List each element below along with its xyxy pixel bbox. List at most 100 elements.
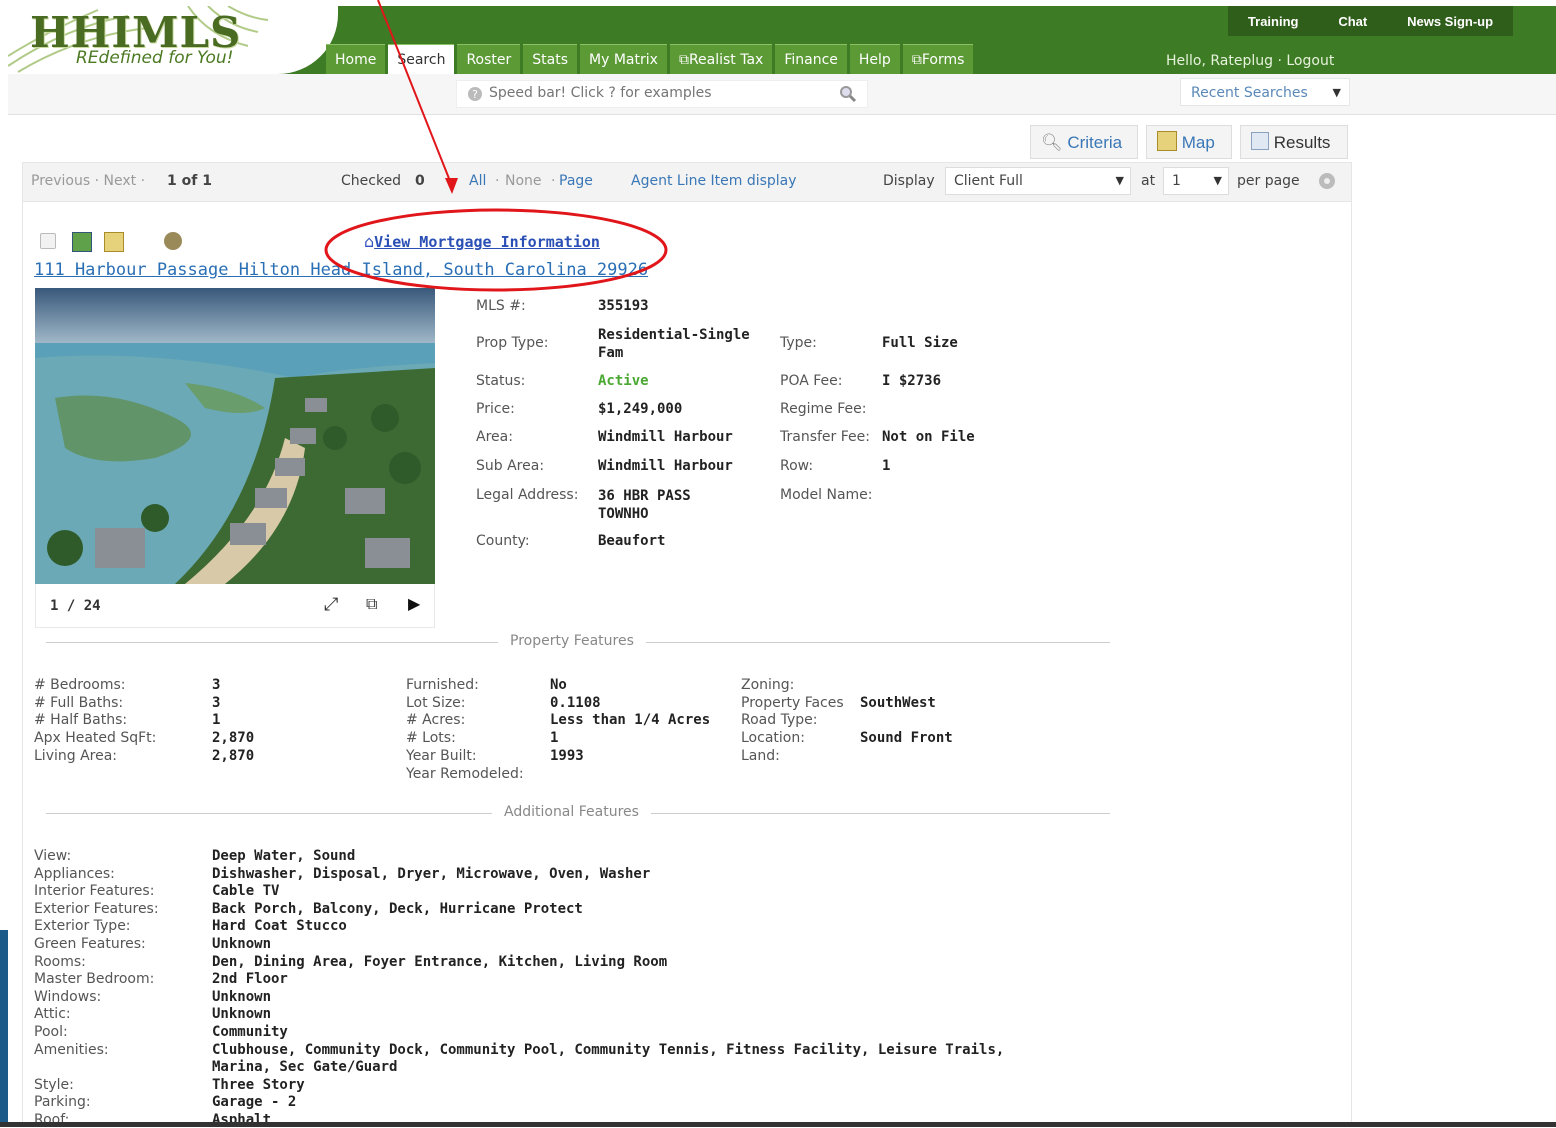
detail-label: Transfer Fee: xyxy=(780,429,870,445)
additional-feature-label: Attic: xyxy=(34,1006,71,1023)
nav-tab-stats[interactable]: Stats xyxy=(523,44,578,75)
location-value: Sound Front xyxy=(860,730,953,746)
nav-tab-label: Realist Tax xyxy=(688,52,764,68)
additional-feature-value: Cable TV xyxy=(212,883,280,900)
listing-photo[interactable] xyxy=(35,288,435,584)
bottom-edge xyxy=(0,1122,1556,1127)
display-select[interactable]: Client Full ▼ xyxy=(945,167,1131,195)
listing-checkbox[interactable] xyxy=(40,233,56,249)
chevron-down-icon: ▼ xyxy=(1115,174,1124,187)
page-size-value: 1 xyxy=(1172,173,1181,189)
nav-tab-finance[interactable]: Finance xyxy=(775,44,847,75)
additional-feature-value: Unknown xyxy=(212,1006,272,1023)
additional-features-title: Additional Features xyxy=(492,804,651,820)
feature-label: # Lots: xyxy=(406,730,456,746)
select-none-link[interactable]: None xyxy=(505,173,542,189)
result-count: 1 of 1 xyxy=(167,173,212,189)
page-size-select[interactable]: 1 ▼ xyxy=(1163,167,1229,195)
mortgage-link-label: View Mortgage Information xyxy=(374,233,600,251)
feature-label: Furnished: xyxy=(406,677,479,693)
help-icon[interactable]: ? xyxy=(467,86,483,102)
photo-counter: 1 / 24 xyxy=(50,598,101,614)
news-signup-link[interactable]: News Sign-up xyxy=(1407,14,1493,29)
chat-link[interactable]: Chat xyxy=(1338,14,1367,29)
detail-label: Model Name: xyxy=(780,487,873,503)
cart-icon[interactable] xyxy=(164,232,182,250)
half-baths-value: 1 xyxy=(212,712,221,728)
additional-feature-label: View: xyxy=(34,848,72,864)
type-value: Full Size xyxy=(882,335,958,351)
nav-tab-realist-tax[interactable]: ⧉Realist Tax xyxy=(669,44,773,75)
legal-address-value: 36 HBR PASS TOWNHO xyxy=(598,488,691,522)
additional-feature-value: Den, Dining Area, Foyer Entrance, Kitche… xyxy=(212,953,668,970)
gear-icon[interactable] xyxy=(1317,171,1337,191)
results-list-icon xyxy=(1251,132,1269,150)
training-link[interactable]: Training xyxy=(1248,14,1299,29)
nav-tab-home[interactable]: Home xyxy=(326,44,386,75)
recent-searches-dropdown[interactable]: Recent Searches ▼ xyxy=(1180,78,1350,106)
detail-label: Row: xyxy=(780,458,814,474)
listing-address-link[interactable]: 111 Harbour Passage Hilton Head Island, … xyxy=(34,260,648,280)
per-page-label: per page xyxy=(1237,173,1300,189)
search-icon[interactable] xyxy=(839,85,857,103)
feature-label: Location: xyxy=(741,730,805,746)
sub-area-value: Windmill Harbour xyxy=(598,458,733,474)
nav-tab-roster[interactable]: Roster xyxy=(457,44,521,75)
mortgage-info-link[interactable]: ⌂View Mortgage Information xyxy=(364,232,600,251)
select-all-link[interactable]: All xyxy=(469,173,486,189)
photo-icon[interactable] xyxy=(72,232,92,252)
at-label: at xyxy=(1141,173,1156,189)
feature-label: Lot Size: xyxy=(406,695,466,711)
prev-next-links[interactable]: Previous · Next · xyxy=(31,173,145,189)
full-baths-value: 3 xyxy=(212,695,221,711)
feature-label: Year Built: xyxy=(406,748,477,764)
speed-bar-row: ? Recent Searches ▼ xyxy=(8,74,1556,115)
detail-label: Regime Fee: xyxy=(780,401,867,417)
nav-tab-search[interactable]: Search xyxy=(388,44,455,75)
user-greeting[interactable]: Hello, Rateplug · Logout xyxy=(1166,53,1334,69)
logo-area: HHIMLS REdefined for You! xyxy=(8,6,338,74)
additional-feature-value: Marina, Sec Gate/Guard xyxy=(212,1059,398,1076)
select-page-link[interactable]: Page xyxy=(559,173,593,189)
additional-feature-label: Style: xyxy=(34,1076,74,1093)
additional-feature-value: Community xyxy=(212,1024,288,1040)
external-link-icon: ⧉ xyxy=(911,52,922,68)
top-links: Training Chat News Sign-up xyxy=(1228,6,1513,36)
prop-type: Residential-Single Fam xyxy=(598,327,750,361)
feature-label: Zoning: xyxy=(741,677,795,693)
detail-label: Sub Area: xyxy=(476,458,545,474)
property-faces-value: SouthWest xyxy=(860,695,936,711)
additional-feature-value: 2nd Floor xyxy=(212,971,288,988)
display-select-value: Client Full xyxy=(954,173,1023,189)
nav-tab-forms[interactable]: ⧉Forms xyxy=(902,44,974,75)
criteria-button[interactable]: 🔍︎ Criteria xyxy=(1030,125,1138,159)
separator-dot: · xyxy=(551,173,556,189)
next-photo-icon[interactable]: ▶ xyxy=(408,594,420,613)
speed-bar-input[interactable] xyxy=(487,84,821,102)
feature-label: Living Area: xyxy=(34,748,118,764)
fullscreen-icon[interactable]: ⤢ xyxy=(324,594,338,615)
feature-label: Road Type: xyxy=(741,712,818,728)
additional-feature-value: Unknown xyxy=(212,988,272,1005)
house-icon: ⌂ xyxy=(364,232,375,251)
nav-tab-my-matrix[interactable]: My Matrix xyxy=(580,44,667,75)
chevron-down-icon: ▼ xyxy=(1332,86,1341,99)
additional-feature-value: Garage - 2 xyxy=(212,1094,297,1111)
photo-controls: 1 / 24 ⤢ ⧉ ▶ xyxy=(35,584,435,628)
speed-bar: ? xyxy=(456,80,868,108)
results-button[interactable]: Results xyxy=(1240,125,1348,159)
feature-label: Year Remodeled: xyxy=(406,766,524,782)
county-value: Beaufort xyxy=(598,533,666,549)
agent-line-item-link[interactable]: Agent Line Item display xyxy=(631,173,797,189)
heated-sqft-value: 2,870 xyxy=(212,730,255,746)
additional-feature-value: Hard Coat Stucco xyxy=(212,918,347,935)
row-value: 1 xyxy=(882,458,891,474)
feature-label: Land: xyxy=(741,748,780,764)
map-button[interactable]: Map xyxy=(1146,125,1232,159)
popout-icon[interactable]: ⧉ xyxy=(366,594,377,614)
map-icon[interactable] xyxy=(104,232,124,252)
checked-count: 0 xyxy=(415,173,425,189)
detail-label: Price: xyxy=(476,401,515,417)
nav-tab-help[interactable]: Help xyxy=(849,44,900,75)
living-area-value: 2,870 xyxy=(212,748,255,764)
